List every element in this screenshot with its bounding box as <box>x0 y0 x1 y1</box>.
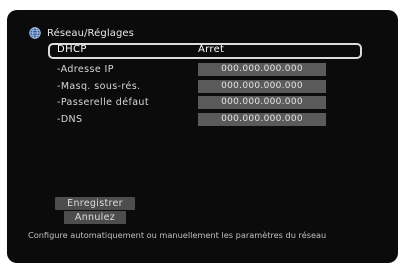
cancel-button[interactable]: Annulez <box>64 211 126 224</box>
page-header: Réseau/Réglages <box>29 27 134 39</box>
subnet-mask-label: -Masq. sous-rés. <box>57 80 141 92</box>
ip-address-row[interactable]: -Adresse IP 000.000.000.000 <box>50 63 360 77</box>
subnet-mask-field[interactable]: 000.000.000.000 <box>198 79 326 93</box>
dhcp-value[interactable]: Arret <box>198 44 224 57</box>
dhcp-row[interactable]: DHCP Arret <box>48 43 362 59</box>
help-text: Configure automatiquement ou manuellemen… <box>28 230 327 240</box>
settings-list: DHCP Arret -Adresse IP 000.000.000.000 -… <box>48 43 362 129</box>
dns-field[interactable]: 000.000.000.000 <box>198 112 326 126</box>
osd-screen: Réseau/Réglages DHCP Arret -Adresse IP 0… <box>7 10 398 263</box>
dns-row[interactable]: -DNS 000.000.000.000 <box>50 112 360 127</box>
ip-address-label: -Adresse IP <box>57 64 114 75</box>
dns-label: -DNS <box>57 113 83 125</box>
globe-icon <box>29 27 41 39</box>
default-gateway-row[interactable]: -Passerelle défaut 000.000.000.000 <box>50 96 360 110</box>
default-gateway-field[interactable]: 000.000.000.000 <box>198 96 326 109</box>
save-button[interactable]: Enregistrer <box>55 197 135 210</box>
ip-address-field[interactable]: 000.000.000.000 <box>198 63 326 76</box>
subnet-mask-row[interactable]: -Masq. sous-rés. 000.000.000.000 <box>50 79 360 94</box>
default-gateway-label: -Passerelle défaut <box>57 97 149 108</box>
page-title: Réseau/Réglages <box>47 27 134 39</box>
dhcp-label: DHCP <box>57 44 87 55</box>
